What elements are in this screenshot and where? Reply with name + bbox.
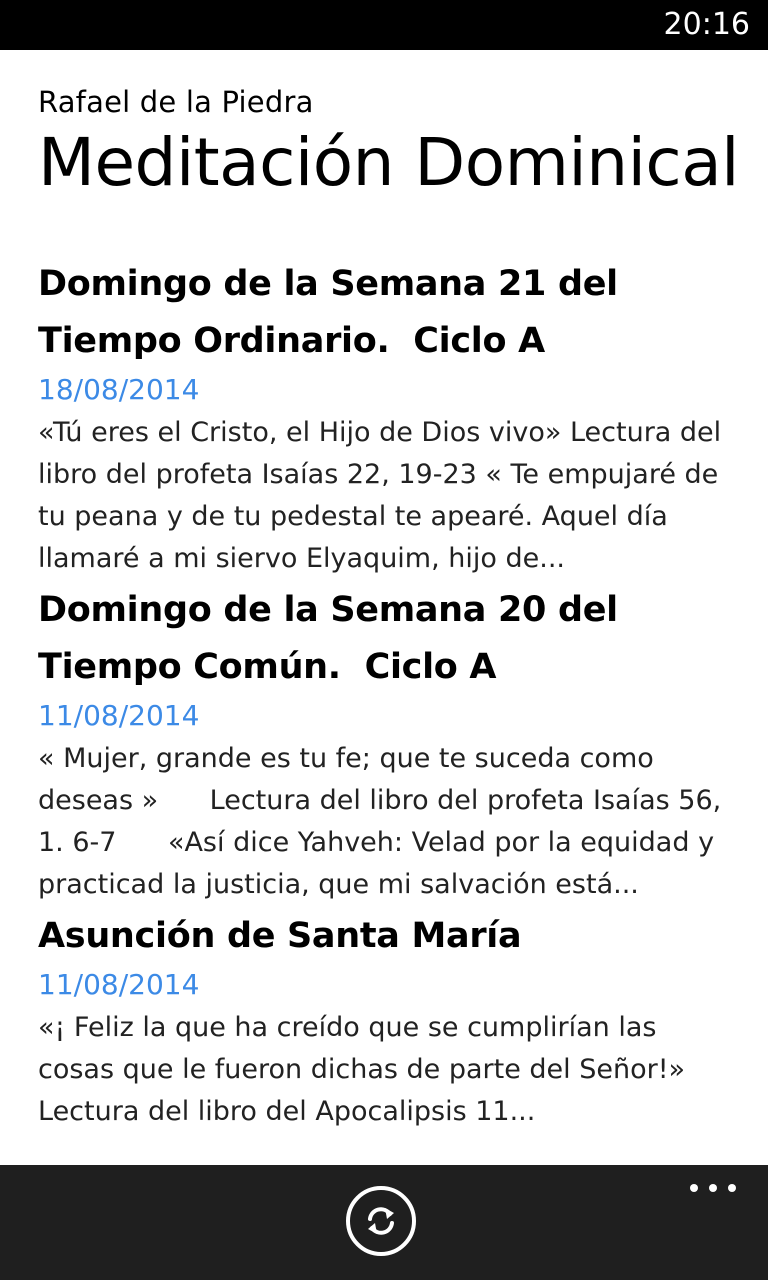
refresh-button[interactable]: [346, 1186, 416, 1256]
app-subtitle: Rafael de la Piedra: [38, 85, 314, 119]
app-bar: [0, 1165, 768, 1280]
page-title: Meditación Dominical: [38, 124, 739, 201]
status-time: 20:16: [663, 7, 750, 42]
page-header: Rafael de la Piedra Meditación Dominical: [38, 82, 758, 202]
article-item[interactable]: Asunción de Santa María 11/08/2014 «¡ Fe…: [38, 908, 738, 1133]
article-title[interactable]: Domingo de la Semana 21 del Tiempo Ordin…: [38, 256, 738, 370]
article-item[interactable]: Domingo de la Semana 21 del Tiempo Ordin…: [38, 256, 738, 580]
article-excerpt: «¡ Feliz la que ha creído que se cumplir…: [38, 1012, 737, 1127]
refresh-icon: [368, 1207, 394, 1235]
article-item[interactable]: Domingo de la Semana 20 del Tiempo Común…: [38, 582, 738, 906]
ellipsis-icon: [709, 1184, 717, 1192]
more-options-button[interactable]: [688, 1179, 738, 1199]
article-title[interactable]: Domingo de la Semana 20 del Tiempo Común…: [38, 582, 738, 696]
article-date: 11/08/2014: [38, 968, 200, 1001]
ellipsis-icon: [690, 1184, 698, 1192]
article-title[interactable]: Asunción de Santa María: [38, 908, 738, 965]
article-excerpt: « Mujer, grande es tu fe; que te suceda …: [38, 743, 730, 900]
article-list[interactable]: Domingo de la Semana 21 del Tiempo Ordin…: [38, 256, 738, 1166]
status-bar: 20:16: [0, 0, 768, 50]
article-date: 11/08/2014: [38, 699, 200, 732]
article-date: 18/08/2014: [38, 373, 200, 406]
article-excerpt: «Tú eres el Cristo, el Hijo de Dios vivo…: [38, 417, 730, 574]
ellipsis-icon: [728, 1184, 736, 1192]
